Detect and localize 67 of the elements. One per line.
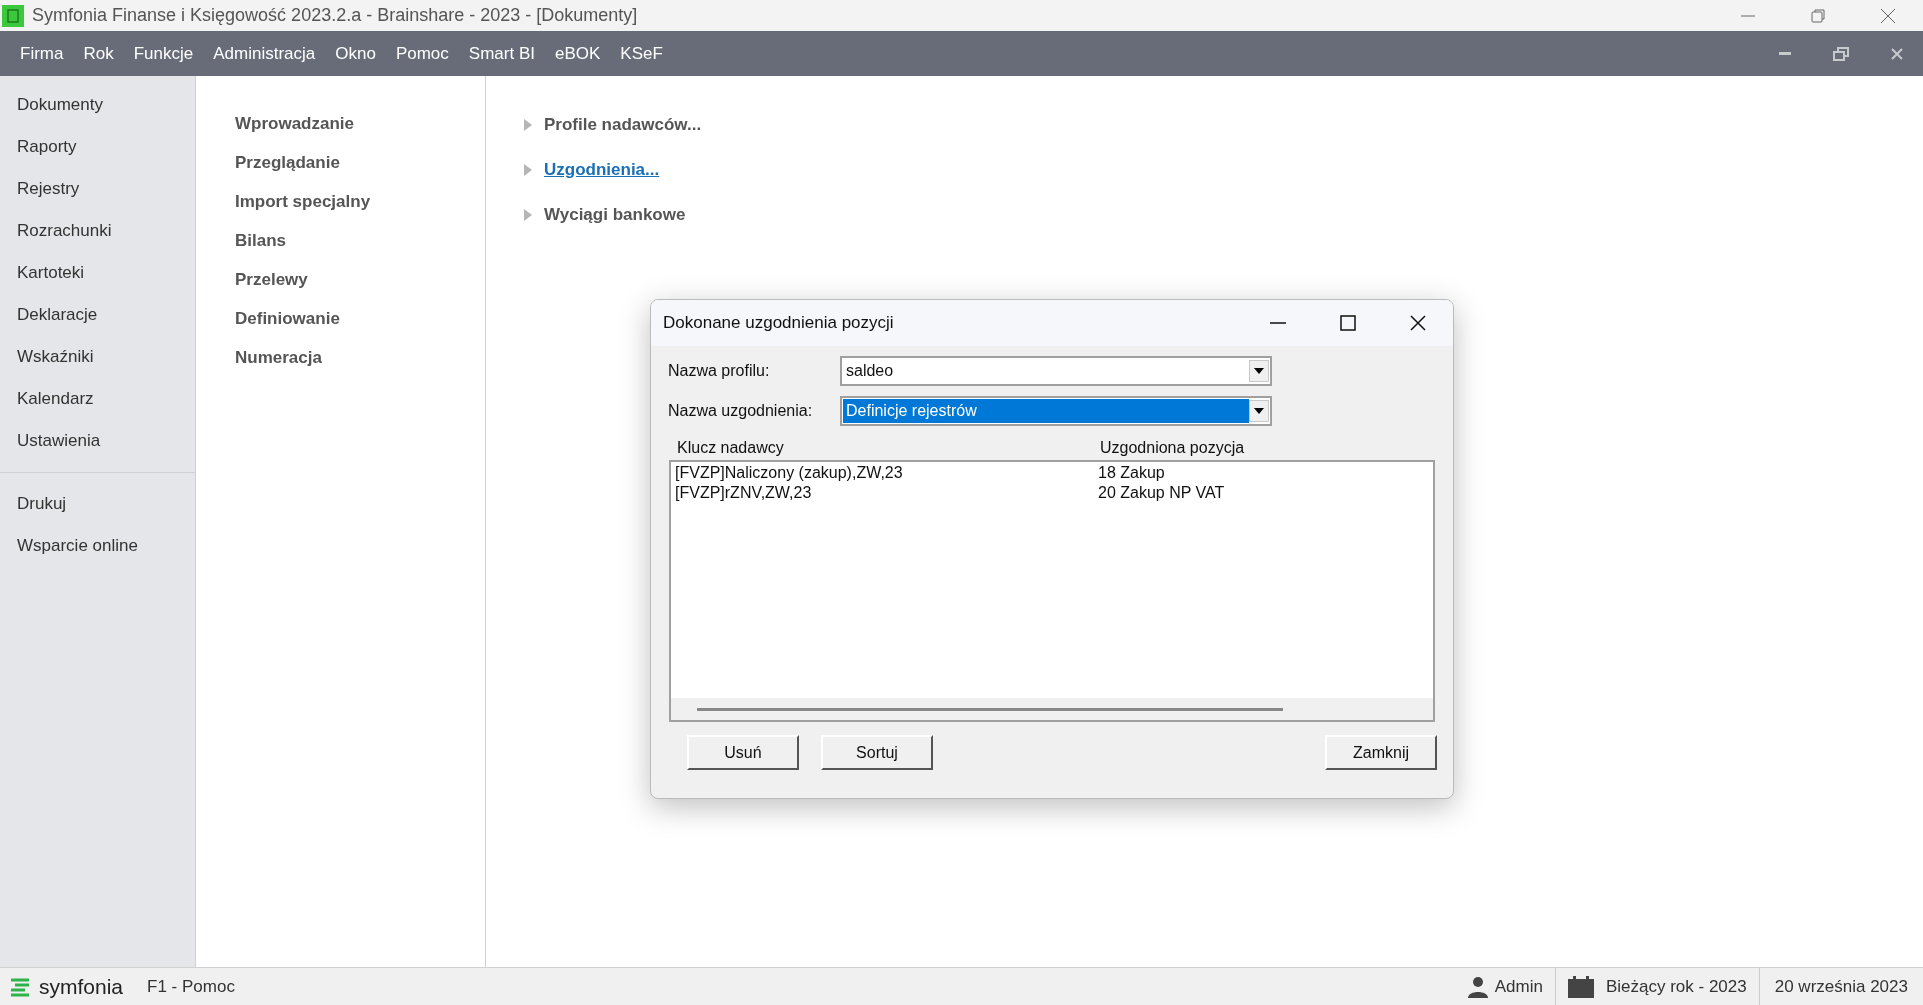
help-text: F1 - Pomoc: [147, 975, 235, 998]
maximize-icon[interactable]: [1340, 315, 1356, 331]
date-label: 20 września 2023: [1773, 975, 1909, 998]
sidebar-item[interactable]: Rejestry: [0, 168, 195, 210]
menu-item[interactable]: Smart BI: [458, 40, 545, 67]
menu-item[interactable]: Pomoc: [385, 40, 459, 67]
action-link[interactable]: Wprowadzanie: [235, 104, 485, 143]
window-title: Symfonia Finanse i Księgowość 2023.2.a - Brainshare - 2023 - [Dokumenty]: [32, 4, 638, 27]
dialog-button[interactable]: Zamknij: [1325, 735, 1437, 770]
user-icon: [1466, 975, 1489, 998]
table-cell-text: [FVZP]rZNV,ZW,23: [675, 483, 813, 503]
submenu-link[interactable]: Wyciągi bankowe: [544, 201, 686, 228]
table-cell: 18 Zakup: [1098, 463, 1165, 483]
app-icon: [2, 4, 24, 27]
table-cell-text: [FVZP]Naliczony (zakup),ZW,23: [675, 463, 904, 483]
triangle-icon: [524, 163, 532, 176]
menu-item[interactable]: eBOK: [544, 40, 611, 67]
dropdown-field[interactable]: saldeo: [840, 356, 1272, 386]
dialog-button[interactable]: Usuń: [687, 735, 799, 770]
restore-icon[interactable]: [1833, 46, 1849, 61]
dialog-button[interactable]: Sortuj: [821, 735, 933, 770]
minimize-icon[interactable]: [1741, 14, 1755, 17]
restore-icon[interactable]: [1811, 8, 1825, 23]
menu-item[interactable]: KSeF: [610, 40, 673, 67]
year-label: Bieżący rok - 2023: [1605, 975, 1747, 998]
close-icon[interactable]: [1410, 315, 1426, 331]
column-header: Uzgodniona pozycja: [1100, 438, 1245, 458]
menu-item[interactable]: Okno: [325, 40, 386, 67]
dropdown-field[interactable]: Definicje rejestrów: [840, 396, 1272, 426]
sidebar-item[interactable]: Ustawienia: [0, 420, 195, 462]
caret-icon: [1254, 408, 1264, 414]
sidebar-item[interactable]: Dokumenty: [0, 84, 195, 126]
action-link[interactable]: Import specjalny: [235, 182, 485, 221]
menu-item[interactable]: Funkcje: [123, 40, 204, 67]
dialog-title: Dokonane uzgodnienia pozycji: [663, 312, 894, 335]
caret-icon: [1254, 368, 1264, 374]
triangle-icon: [524, 118, 532, 131]
action-link[interactable]: Numeracja: [235, 338, 485, 377]
menu-item[interactable]: Firma: [10, 40, 74, 67]
sidebar-item[interactable]: Wskaźniki: [0, 336, 195, 378]
action-link[interactable]: Bilans: [235, 221, 485, 260]
calendar-icon: [1567, 975, 1594, 998]
dropdown-button[interactable]: [1249, 360, 1269, 382]
submenu-link[interactable]: Profile nadawców...: [544, 111, 702, 138]
user-name: Admin: [1494, 975, 1543, 998]
menu-item[interactable]: Rok: [73, 40, 124, 67]
field-label: Nazwa uzgodnienia:: [668, 401, 814, 421]
horizontal-scrollbar[interactable]: [671, 698, 1433, 720]
brand-logo: symfonia: [39, 973, 124, 1000]
field-label: Nazwa profilu:: [668, 361, 771, 381]
column-header: Klucz nadawcy: [677, 438, 785, 458]
action-link[interactable]: Przelewy: [235, 260, 485, 299]
sidebar-item[interactable]: Wsparcie online: [0, 525, 195, 567]
menu-item[interactable]: Administracja: [203, 40, 326, 67]
submenu-link[interactable]: Uzgodnienia...: [544, 156, 660, 183]
logo-icon: [9, 976, 31, 997]
sidebar-item[interactable]: Deklaracje: [0, 294, 195, 336]
table-cell: 20 Zakup NP VAT: [1098, 483, 1225, 503]
action-link[interactable]: Przeglądanie: [235, 143, 485, 182]
dropdown-button[interactable]: [1249, 400, 1269, 422]
sidebar-item[interactable]: Kartoteki: [0, 252, 195, 294]
sidebar-item[interactable]: Kalendarz: [0, 378, 195, 420]
triangle-icon: [524, 208, 532, 221]
sidebar-item[interactable]: Drukuj: [0, 483, 195, 525]
sidebar-item[interactable]: Raporty: [0, 126, 195, 168]
action-link[interactable]: Definiowanie: [235, 299, 485, 338]
sidebar-item[interactable]: Rozrachunki: [0, 210, 195, 252]
